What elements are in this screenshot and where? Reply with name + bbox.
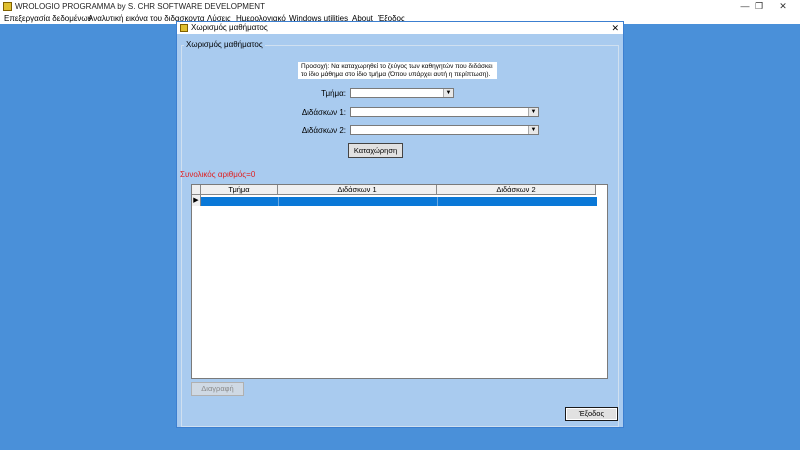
total-count: Συνολικός αριθμός=0 <box>180 170 256 179</box>
row-indicator-icon[interactable]: ▶ <box>192 195 201 206</box>
warning-line-1: Προσοχή: Να καταχωρηθεί το ζεύγος των κα… <box>301 63 493 70</box>
grid-corner-header <box>192 185 201 195</box>
column-header-didaskon2[interactable]: Διδάσκων 2 <box>437 185 596 195</box>
tmima-label: Τμήμα: <box>321 89 346 98</box>
save-button[interactable]: Καταχώρηση <box>348 143 403 158</box>
dialog-close-icon[interactable]: ✕ <box>611 22 619 34</box>
restore-button[interactable]: ❐ <box>748 0 770 13</box>
cell-divider <box>437 197 438 206</box>
didaskon1-label: Διδάσκων 1: <box>301 108 346 117</box>
dialog-app-icon <box>180 24 188 32</box>
didaskon1-select[interactable]: ▼ <box>350 107 539 117</box>
app-icon <box>3 2 12 11</box>
assignments-grid[interactable]: Τμήμα Διδάσκων 1 Διδάσκων 2 ▶ <box>191 184 608 379</box>
main-titlebar: WROLOGIO PROGRAMMA by S. CHR SOFTWARE DE… <box>0 0 800 13</box>
chevron-down-icon[interactable]: ▼ <box>528 126 538 134</box>
table-row[interactable] <box>201 197 597 206</box>
warning-note: Προσοχή: Να καταχωρηθεί το ζεύγος των κα… <box>298 62 497 79</box>
exit-button[interactable]: Έξοδος <box>565 407 618 421</box>
chevron-down-icon[interactable]: ▼ <box>443 89 453 97</box>
tmima-select[interactable]: ▼ <box>350 88 454 98</box>
didaskon2-select[interactable]: ▼ <box>350 125 539 135</box>
column-header-tmima[interactable]: Τμήμα <box>201 185 278 195</box>
chevron-down-icon[interactable]: ▼ <box>528 108 538 116</box>
menu-item-data-editing[interactable]: Επεξεργασία δεδομένων <box>4 13 92 24</box>
didaskon2-label: Διδάσκων 2: <box>301 126 346 135</box>
close-window-button[interactable]: ✕ <box>772 0 794 13</box>
dialog-titlebar: Χωρισμός μαθήματος ✕ <box>177 22 623 34</box>
column-header-didaskon1[interactable]: Διδάσκων 1 <box>278 185 437 195</box>
cell-divider <box>278 197 279 206</box>
dialog-title: Χωρισμός μαθήματος <box>191 23 268 32</box>
app-title: WROLOGIO PROGRAMMA by S. CHR SOFTWARE DE… <box>15 2 265 11</box>
group-label: Χωρισμός μαθήματος <box>184 40 265 49</box>
warning-line-2: το ίδιο μάθημα στο ίδιο τμήμα (Όπου υπάρ… <box>301 71 491 78</box>
delete-button[interactable]: Διαγραφή <box>191 382 244 396</box>
